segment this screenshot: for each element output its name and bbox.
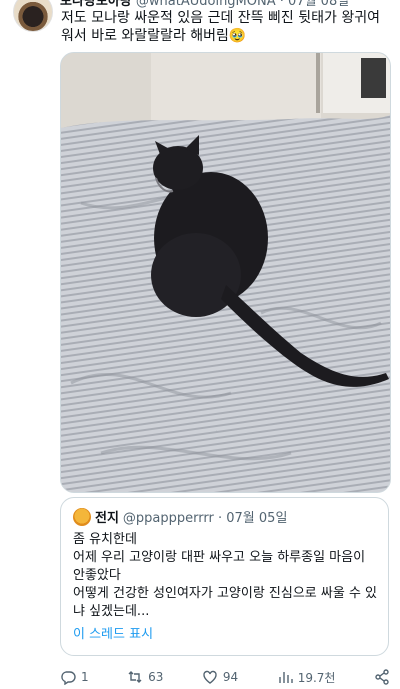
views-button[interactable]: 19.7천 xyxy=(277,665,336,689)
quoted-handle: @ppappperrrr xyxy=(122,511,214,526)
like-button[interactable]: 94 xyxy=(202,665,238,689)
more-options-icon[interactable]: ••• xyxy=(365,0,388,7)
cat-photo-image xyxy=(61,53,390,492)
tweet-photo[interactable] xyxy=(60,52,391,493)
display-name[interactable]: 모나랑모아랑 xyxy=(60,0,132,9)
handle[interactable]: @whatAUdoingMONA xyxy=(136,0,276,9)
retweet-icon xyxy=(128,671,142,683)
reply-icon xyxy=(61,671,76,685)
quoted-tweet[interactable]: 전지 @ppappperrrr · 07월 05일 좀 유치한데 어제 우리 고양… xyxy=(60,497,389,656)
quoted-tweet-text: 좀 유치한데 어제 우리 고양이랑 대판 싸우고 오늘 하루종일 마음이 안좋았… xyxy=(73,532,378,619)
tweet-date[interactable]: 07월 08일 xyxy=(288,0,349,9)
quoted-avatar xyxy=(73,508,91,526)
reply-count: 1 xyxy=(81,670,89,684)
quoted-display-name: 전지 xyxy=(95,511,119,526)
share-button[interactable] xyxy=(374,665,390,689)
tweet-text: 저도 모나랑 싸운적 있음 근데 잔뜩 삐진 뒷태가 왕귀여워서 바로 와랄랄랄… xyxy=(61,10,380,44)
reply-button[interactable]: 1 xyxy=(60,665,89,689)
avatar[interactable] xyxy=(13,0,53,32)
like-count: 94 xyxy=(222,670,239,684)
show-thread-link[interactable]: 이 스레드 표시 xyxy=(73,626,153,644)
heart-icon xyxy=(203,670,217,684)
retweet-button[interactable]: 63 xyxy=(127,665,163,689)
separator-dot: · xyxy=(217,511,223,526)
separator-dot: · xyxy=(279,0,284,9)
action-bar: 1 63 94 19.7천 xyxy=(60,665,390,689)
share-icon xyxy=(375,669,389,685)
views-icon xyxy=(279,672,293,683)
retweet-count: 63 xyxy=(148,670,164,684)
quoted-tweet-header: 전지 @ppappperrrr · 07월 05일 xyxy=(73,508,287,526)
quoted-date: 07월 05일 xyxy=(226,511,288,526)
view-count: 19.7천 xyxy=(297,670,336,685)
